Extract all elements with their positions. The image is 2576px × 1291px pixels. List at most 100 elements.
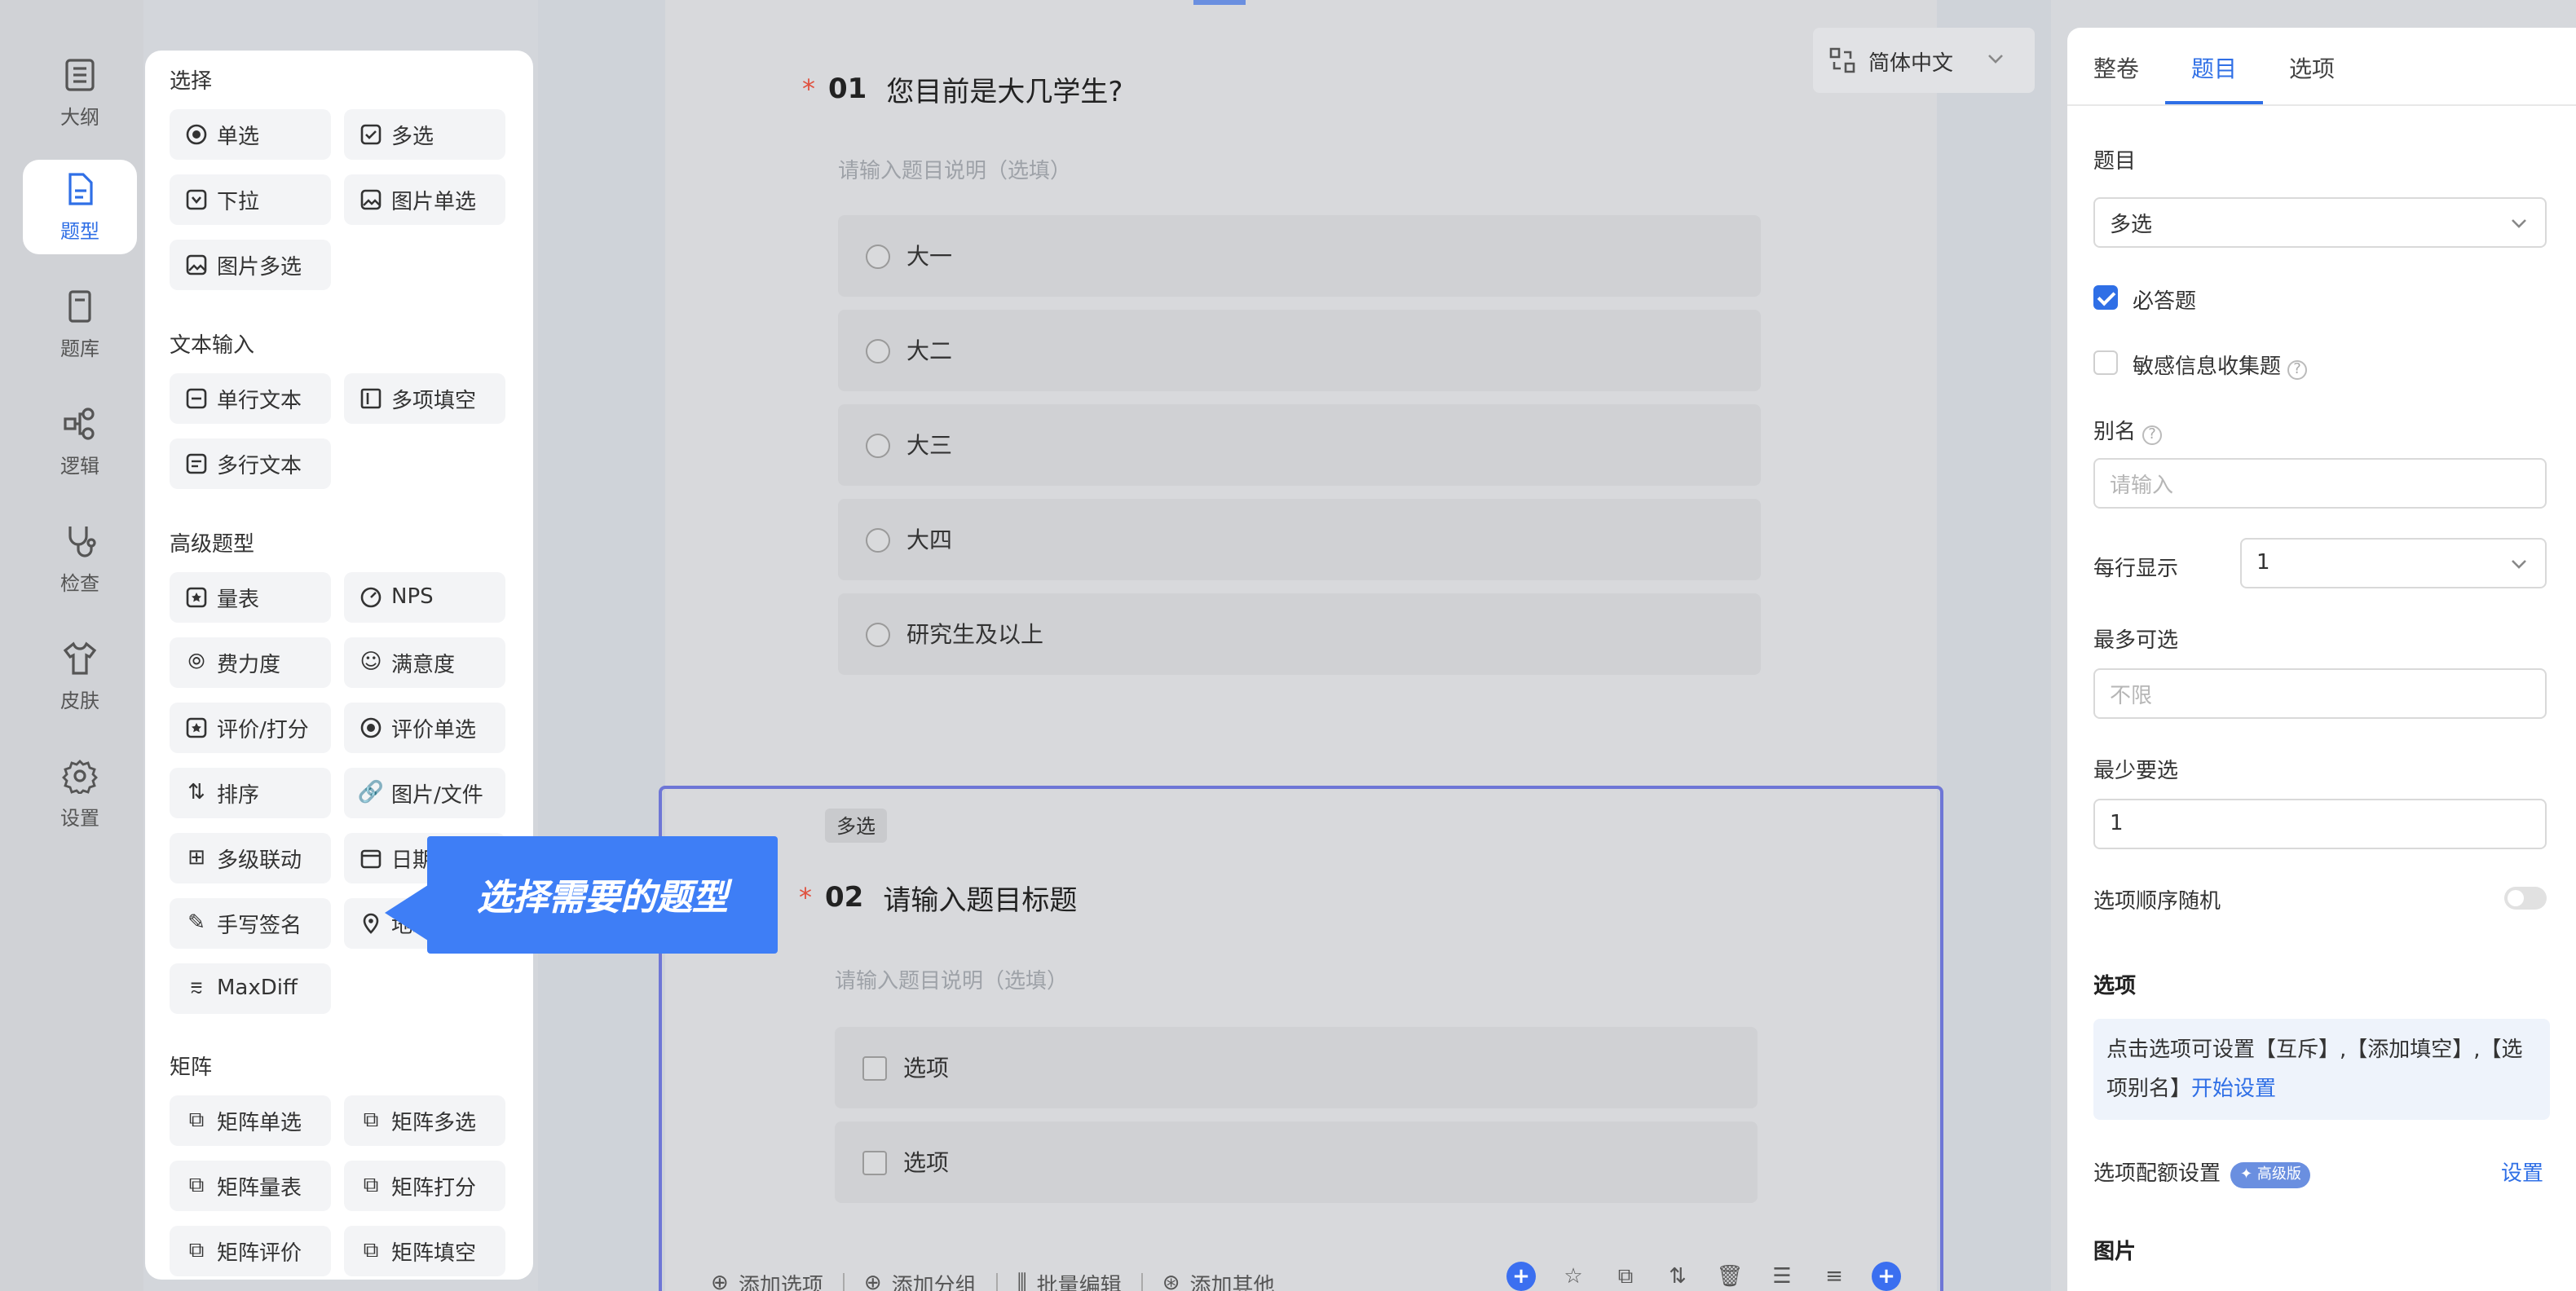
q1-description[interactable]: 请输入题目说明（选填） [838, 153, 1071, 184]
random-order-toggle[interactable] [2504, 887, 2547, 910]
type-scale[interactable]: 量表 [170, 572, 331, 623]
q1-option[interactable]: 大二 [838, 310, 1761, 391]
q1-title[interactable]: * 01 您目前是大几学生? [802, 68, 1123, 109]
type-multi-blank[interactable]: 多项填空 [344, 373, 505, 424]
type-signature[interactable]: ✎ 手写签名 [170, 898, 331, 949]
q1-option[interactable]: 大四 [838, 499, 1761, 580]
option-label: 研究生及以上 [906, 623, 1043, 649]
max-select-input[interactable]: 不限 [2093, 668, 2547, 719]
per-row-select[interactable]: 1 [2240, 538, 2547, 588]
chevron-down-icon [2512, 219, 2526, 228]
add-option-button[interactable]: ⊕ 添加选项 [711, 1268, 823, 1291]
more-icon[interactable]: ≡ [1820, 1262, 1849, 1291]
type-matrix-score[interactable]: ⧉ 矩阵打分 [344, 1161, 505, 1211]
alias-input[interactable]: 请输入 [2093, 458, 2547, 509]
q1-option[interactable]: 大一 [838, 215, 1761, 297]
q2-description[interactable]: 请输入题目说明（选填） [835, 963, 1068, 994]
add-other-button[interactable]: ⊛ 添加其他 [1162, 1268, 1275, 1291]
type-multi-choice[interactable]: 多选 [344, 109, 505, 160]
min-select-input[interactable]: 1 [2093, 799, 2547, 849]
type-nps[interactable]: NPS [344, 572, 505, 623]
type-single-choice[interactable]: 单选 [170, 109, 331, 160]
rail-item-logic[interactable]: 逻辑 [23, 394, 137, 489]
type-matrix-single[interactable]: ⧉ 矩阵单选 [170, 1095, 331, 1146]
rail-item-question-type[interactable]: 题型 [23, 160, 137, 254]
cascade-icon: ⊞ [187, 846, 205, 870]
type-image-multi[interactable]: 图片多选 [170, 240, 331, 290]
image-section-title: 图片 [2093, 1240, 2137, 1265]
tab-options[interactable]: 选项 [2289, 52, 2335, 85]
add-question-icon[interactable]: + [1872, 1262, 1901, 1291]
radio-icon [866, 338, 890, 363]
type-rating-single[interactable]: 评价单选 [344, 703, 505, 753]
rail-label: 大纲 [60, 105, 99, 128]
q1-option[interactable]: 大三 [838, 404, 1761, 486]
chevron-down-icon [1988, 55, 2003, 64]
add-group-button[interactable]: ⊕ 添加分组 [864, 1268, 977, 1291]
type-image-single[interactable]: 图片单选 [344, 174, 505, 225]
paperclip-icon: 🔗 [357, 781, 385, 805]
q2-option[interactable]: 选项 [835, 1121, 1758, 1203]
required-checkbox[interactable] [2093, 285, 2118, 310]
radio-icon [866, 433, 890, 457]
start-setup-link[interactable]: 开始设置 [2191, 1077, 2276, 1102]
section-title-matrix: 矩阵 [170, 1056, 213, 1081]
nps-icon [360, 587, 382, 608]
settings-icon [62, 759, 98, 793]
checkbox-icon [862, 1055, 887, 1080]
section-title-choice: 选择 [170, 70, 213, 95]
star-icon[interactable]: ☆ [1559, 1262, 1588, 1291]
active-tab-indicator [2165, 101, 2263, 104]
batch-edit-button[interactable]: ⫼ 批量编辑 [1017, 1268, 1122, 1291]
move-icon[interactable]: ⇅ [1663, 1262, 1692, 1291]
calendar-icon [360, 848, 382, 869]
type-matrix-rating[interactable]: ⧉ 矩阵评价 [170, 1226, 331, 1276]
sensitive-checkbox[interactable] [2093, 350, 2118, 375]
logic-icon [64, 407, 95, 439]
align-icon[interactable]: ☰ [1767, 1262, 1797, 1291]
tab-whole-survey[interactable]: 整卷 [2093, 52, 2139, 85]
rail-item-question-bank[interactable]: 题库 [23, 277, 137, 372]
per-row-label: 每行显示 [2093, 557, 2179, 582]
quota-setting-link[interactable]: 设置 [2501, 1156, 2543, 1187]
type-effort[interactable]: ⦾ 费力度 [170, 637, 331, 688]
type-sort[interactable]: ⇅ 排序 [170, 768, 331, 818]
type-cascade[interactable]: ⊞ 多级联动 [170, 833, 331, 883]
type-single-line-text[interactable]: 单行文本 [170, 373, 331, 424]
option-label: 选项 [903, 1056, 949, 1082]
rail-item-skin[interactable]: 皮肤 [23, 629, 137, 724]
copy-icon[interactable]: ⧉ [1611, 1262, 1640, 1291]
radio-icon [866, 244, 890, 268]
question-type-icon [68, 172, 93, 205]
type-multi-line-text[interactable]: 多行文本 [170, 438, 331, 489]
type-maxdiff[interactable]: ⩳ MaxDiff [170, 963, 331, 1014]
q2-option[interactable]: 选项 [835, 1027, 1758, 1108]
help-icon[interactable]: ? [2287, 360, 2308, 380]
max-select-label: 最多可选 [2093, 629, 2179, 654]
q2-title-text: 请输入题目标题 [883, 885, 1078, 918]
tab-question[interactable]: 题目 [2191, 52, 2237, 85]
help-icon[interactable]: ? [2142, 425, 2163, 445]
pro-badge: ✦ 高级版 [2230, 1161, 2311, 1187]
type-satisfaction[interactable]: ☺ 满意度 [344, 637, 505, 688]
rail-item-check[interactable]: 检查 [23, 512, 137, 606]
language-select[interactable]: 简体中文 [1813, 28, 2035, 93]
type-dropdown[interactable]: 下拉 [170, 174, 331, 225]
rail-item-outline[interactable]: 大纲 [23, 46, 137, 140]
delete-icon[interactable]: 🗑 [1715, 1262, 1745, 1291]
add-icon[interactable]: + [1506, 1262, 1536, 1291]
image-icon [360, 189, 382, 210]
type-rating[interactable]: 评价/打分 [170, 703, 331, 753]
rating-icon [186, 717, 207, 738]
rail-item-settings[interactable]: 设置 [23, 747, 137, 841]
q1-option[interactable]: 研究生及以上 [838, 593, 1761, 675]
type-matrix-scale[interactable]: ⧉ 矩阵量表 [170, 1161, 331, 1211]
option-label: 选项 [903, 1151, 949, 1177]
batch-edit-icon: ⫼ [1017, 1271, 1027, 1291]
question-type-select[interactable]: 多选 [2093, 197, 2547, 248]
type-matrix-blank[interactable]: ⧉ 矩阵填空 [344, 1226, 505, 1276]
type-image-file[interactable]: 🔗 图片/文件 [344, 768, 505, 818]
type-matrix-multi[interactable]: ⧉ 矩阵多选 [344, 1095, 505, 1146]
q2-title[interactable]: * 02 请输入题目标题 [799, 877, 1077, 918]
multi-blank-icon [360, 388, 382, 409]
